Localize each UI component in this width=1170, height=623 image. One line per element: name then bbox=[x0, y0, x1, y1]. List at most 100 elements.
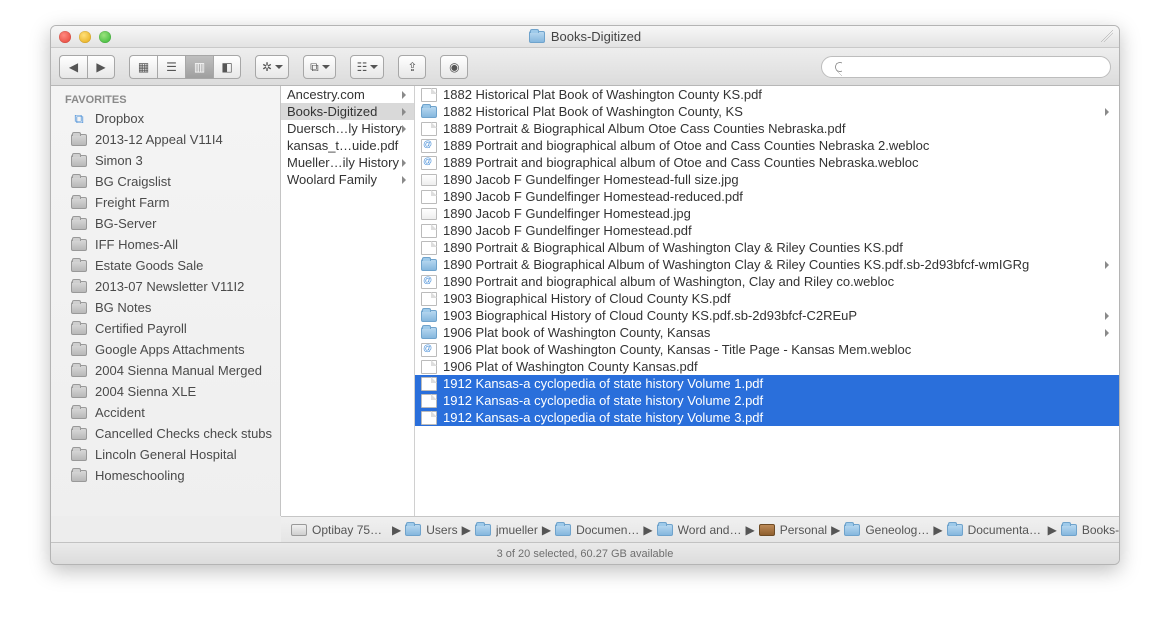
parent-item[interactable]: Books-Digitized bbox=[281, 103, 414, 120]
doc-icon bbox=[421, 122, 437, 136]
file-name: 1889 Portrait and biographical album of … bbox=[443, 155, 919, 170]
file-name: 1912 Kansas-a cyclopedia of state histor… bbox=[443, 410, 763, 425]
finder-window: Books-Digitized ◀ ▶ ▦ ☰ ▥ ◧ ✲ ⧉ ☷ ⇪ ◉ bbox=[50, 25, 1120, 565]
parent-item[interactable]: Duersch…ly History bbox=[281, 120, 414, 137]
sidebar-item[interactable]: Certified Payroll bbox=[51, 318, 280, 339]
action-button[interactable]: ✲ bbox=[255, 55, 289, 79]
list-view-button[interactable]: ☰ bbox=[157, 55, 185, 79]
sidebar-item[interactable]: Cancelled Checks check stubs bbox=[51, 423, 280, 444]
sidebar-item[interactable]: Freight Farm bbox=[51, 192, 280, 213]
sidebar-item[interactable]: BG-Server bbox=[51, 213, 280, 234]
path-crumb[interactable]: Documentation bbox=[947, 523, 1044, 537]
file-row[interactable]: 1882 Historical Plat Book of Washington … bbox=[415, 103, 1119, 120]
file-row[interactable]: 1912 Kansas-a cyclopedia of state histor… bbox=[415, 409, 1119, 426]
file-row[interactable]: 1903 Biographical History of Cloud Count… bbox=[415, 290, 1119, 307]
folder-gray-icon bbox=[71, 470, 87, 482]
dropbox-button[interactable]: ⧉ bbox=[303, 55, 336, 79]
parent-item[interactable]: Woolard Family bbox=[281, 171, 414, 188]
search-input[interactable] bbox=[821, 56, 1111, 78]
sidebar-item[interactable]: Simon 3 bbox=[51, 150, 280, 171]
file-row[interactable]: 1890 Jacob F Gundelfinger Homestead.pdf bbox=[415, 222, 1119, 239]
file-row[interactable]: 1889 Portrait and biographical album of … bbox=[415, 137, 1119, 154]
forward-button[interactable]: ▶ bbox=[87, 55, 115, 79]
arrange-button[interactable]: ☷ bbox=[350, 55, 385, 79]
file-row[interactable]: 1906 Plat book of Washington County, Kan… bbox=[415, 341, 1119, 358]
file-row[interactable]: 1890 Jacob F Gundelfinger Homestead-full… bbox=[415, 171, 1119, 188]
file-row[interactable]: 1890 Portrait and biographical album of … bbox=[415, 273, 1119, 290]
sidebar-item[interactable]: 2013-07 Newsletter V11I2 bbox=[51, 276, 280, 297]
webloc-icon bbox=[421, 275, 437, 289]
folder-gray-icon bbox=[71, 176, 87, 188]
file-row[interactable]: 1889 Portrait and biographical album of … bbox=[415, 154, 1119, 171]
share-button[interactable]: ⇪ bbox=[398, 55, 426, 79]
file-row[interactable]: 1906 Plat of Washington County Kansas.pd… bbox=[415, 358, 1119, 375]
sidebar-item-label: Simon 3 bbox=[95, 153, 143, 168]
file-row[interactable]: 1903 Biographical History of Cloud Count… bbox=[415, 307, 1119, 324]
back-button[interactable]: ◀ bbox=[59, 55, 87, 79]
dropbox-icon: ⧉ bbox=[71, 112, 87, 126]
sidebar-item[interactable]: Accident bbox=[51, 402, 280, 423]
quicklook-button[interactable]: ◉ bbox=[440, 55, 468, 79]
parent-item-label: Books-Digitized bbox=[287, 104, 377, 119]
brown-icon bbox=[759, 524, 775, 536]
title-folder-icon bbox=[529, 31, 545, 43]
file-row[interactable]: 1882 Historical Plat Book of Washington … bbox=[415, 86, 1119, 103]
sidebar-item[interactable]: Estate Goods Sale bbox=[51, 255, 280, 276]
path-crumb[interactable]: Users bbox=[405, 523, 457, 537]
icon-view-button[interactable]: ▦ bbox=[129, 55, 157, 79]
minimize-button[interactable] bbox=[79, 31, 91, 43]
coverflow-view-button[interactable]: ◧ bbox=[213, 55, 241, 79]
sidebar-item[interactable]: BG Craigslist bbox=[51, 171, 280, 192]
path-crumb[interactable]: Optibay 750 Gig bbox=[291, 523, 388, 537]
sidebar-item[interactable]: Lincoln General Hospital bbox=[51, 444, 280, 465]
folder-gray-icon bbox=[71, 323, 87, 335]
path-crumb[interactable]: jmueller bbox=[475, 523, 538, 537]
sidebar-item[interactable]: ⧉Dropbox bbox=[51, 108, 280, 129]
disclosure-arrow-icon bbox=[402, 159, 410, 167]
path-crumb-label: jmueller bbox=[496, 523, 538, 537]
file-row[interactable]: 1889 Portrait & Biographical Album Otoe … bbox=[415, 120, 1119, 137]
column-view-button[interactable]: ▥ bbox=[185, 55, 213, 79]
sidebar-item-label: 2013-12 Appeal V11I4 bbox=[95, 132, 223, 147]
sidebar-item[interactable]: 2004 Sienna Manual Merged bbox=[51, 360, 280, 381]
close-button[interactable] bbox=[59, 31, 71, 43]
zoom-button[interactable] bbox=[99, 31, 111, 43]
path-crumb[interactable]: Books-Digitized bbox=[1061, 523, 1119, 537]
disclosure-arrow-icon bbox=[402, 176, 410, 184]
doc-icon bbox=[421, 224, 437, 238]
sidebar-header: FAVORITES bbox=[51, 90, 280, 108]
file-row[interactable]: 1890 Jacob F Gundelfinger Homestead.jpg bbox=[415, 205, 1119, 222]
parent-item[interactable]: Mueller…ily History bbox=[281, 154, 414, 171]
file-name: 1890 Jacob F Gundelfinger Homestead-redu… bbox=[443, 189, 743, 204]
file-name: 1890 Jacob F Gundelfinger Homestead.pdf bbox=[443, 223, 692, 238]
sidebar-item[interactable]: Homeschooling bbox=[51, 465, 280, 486]
file-row[interactable]: 1890 Portrait & Biographical Album of Wa… bbox=[415, 239, 1119, 256]
parent-item[interactable]: kansas_t…uide.pdf bbox=[281, 137, 414, 154]
folder-gray-icon bbox=[71, 281, 87, 293]
file-row[interactable]: 1912 Kansas-a cyclopedia of state histor… bbox=[415, 392, 1119, 409]
path-crumb[interactable]: Personal bbox=[759, 523, 827, 537]
path-crumb[interactable]: Word and… bbox=[657, 523, 742, 537]
path-crumb-label: Documen… bbox=[576, 523, 639, 537]
folder-icon bbox=[1061, 524, 1077, 536]
file-name: 1889 Portrait & Biographical Album Otoe … bbox=[443, 121, 846, 136]
path-crumb[interactable]: Documen… bbox=[555, 523, 639, 537]
sidebar-item[interactable]: 2004 Sienna XLE bbox=[51, 381, 280, 402]
folder-gray-icon bbox=[71, 344, 87, 356]
webloc-icon bbox=[421, 343, 437, 357]
sidebar-item[interactable]: 2013-12 Appeal V11I4 bbox=[51, 129, 280, 150]
doc-icon bbox=[421, 360, 437, 374]
fullscreen-icon[interactable] bbox=[1101, 30, 1113, 42]
path-crumb-label: Personal bbox=[780, 523, 827, 537]
path-crumb[interactable]: Geneolog… bbox=[844, 523, 929, 537]
file-row[interactable]: 1912 Kansas-a cyclopedia of state histor… bbox=[415, 375, 1119, 392]
folder-gray-icon bbox=[71, 155, 87, 167]
file-row[interactable]: 1890 Jacob F Gundelfinger Homestead-redu… bbox=[415, 188, 1119, 205]
file-row[interactable]: 1906 Plat book of Washington County, Kan… bbox=[415, 324, 1119, 341]
sidebar-item[interactable]: BG Notes bbox=[51, 297, 280, 318]
folder-gray-icon bbox=[71, 134, 87, 146]
file-row[interactable]: 1890 Portrait & Biographical Album of Wa… bbox=[415, 256, 1119, 273]
sidebar-item[interactable]: IFF Homes-All bbox=[51, 234, 280, 255]
sidebar-item[interactable]: Google Apps Attachments bbox=[51, 339, 280, 360]
parent-item[interactable]: Ancestry.com bbox=[281, 86, 414, 103]
